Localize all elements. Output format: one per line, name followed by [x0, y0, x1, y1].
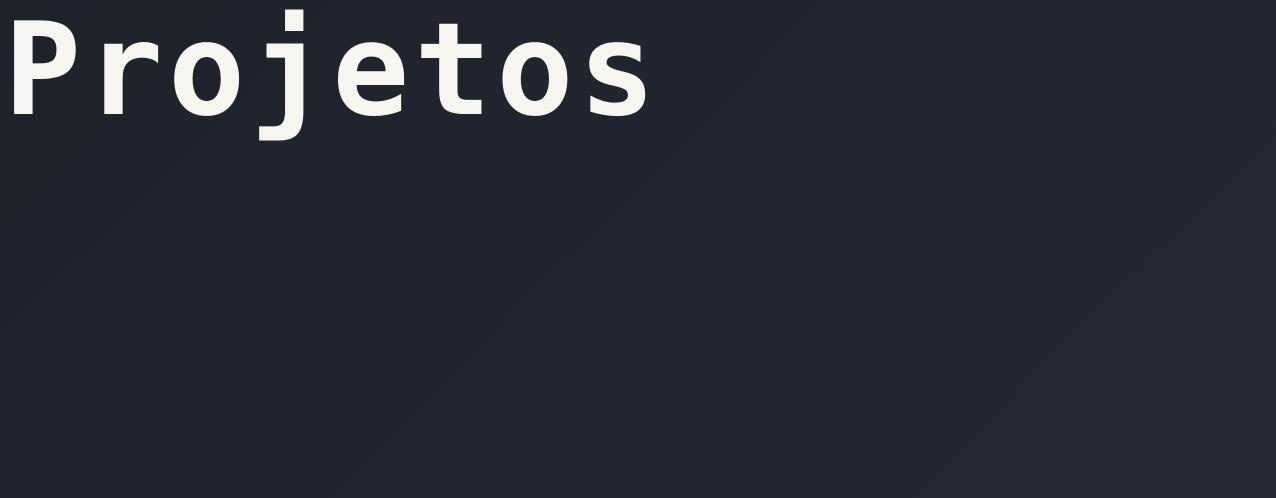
page-title: Projetos: [4, 0, 661, 145]
page-container: Projetos: [0, 0, 1276, 498]
